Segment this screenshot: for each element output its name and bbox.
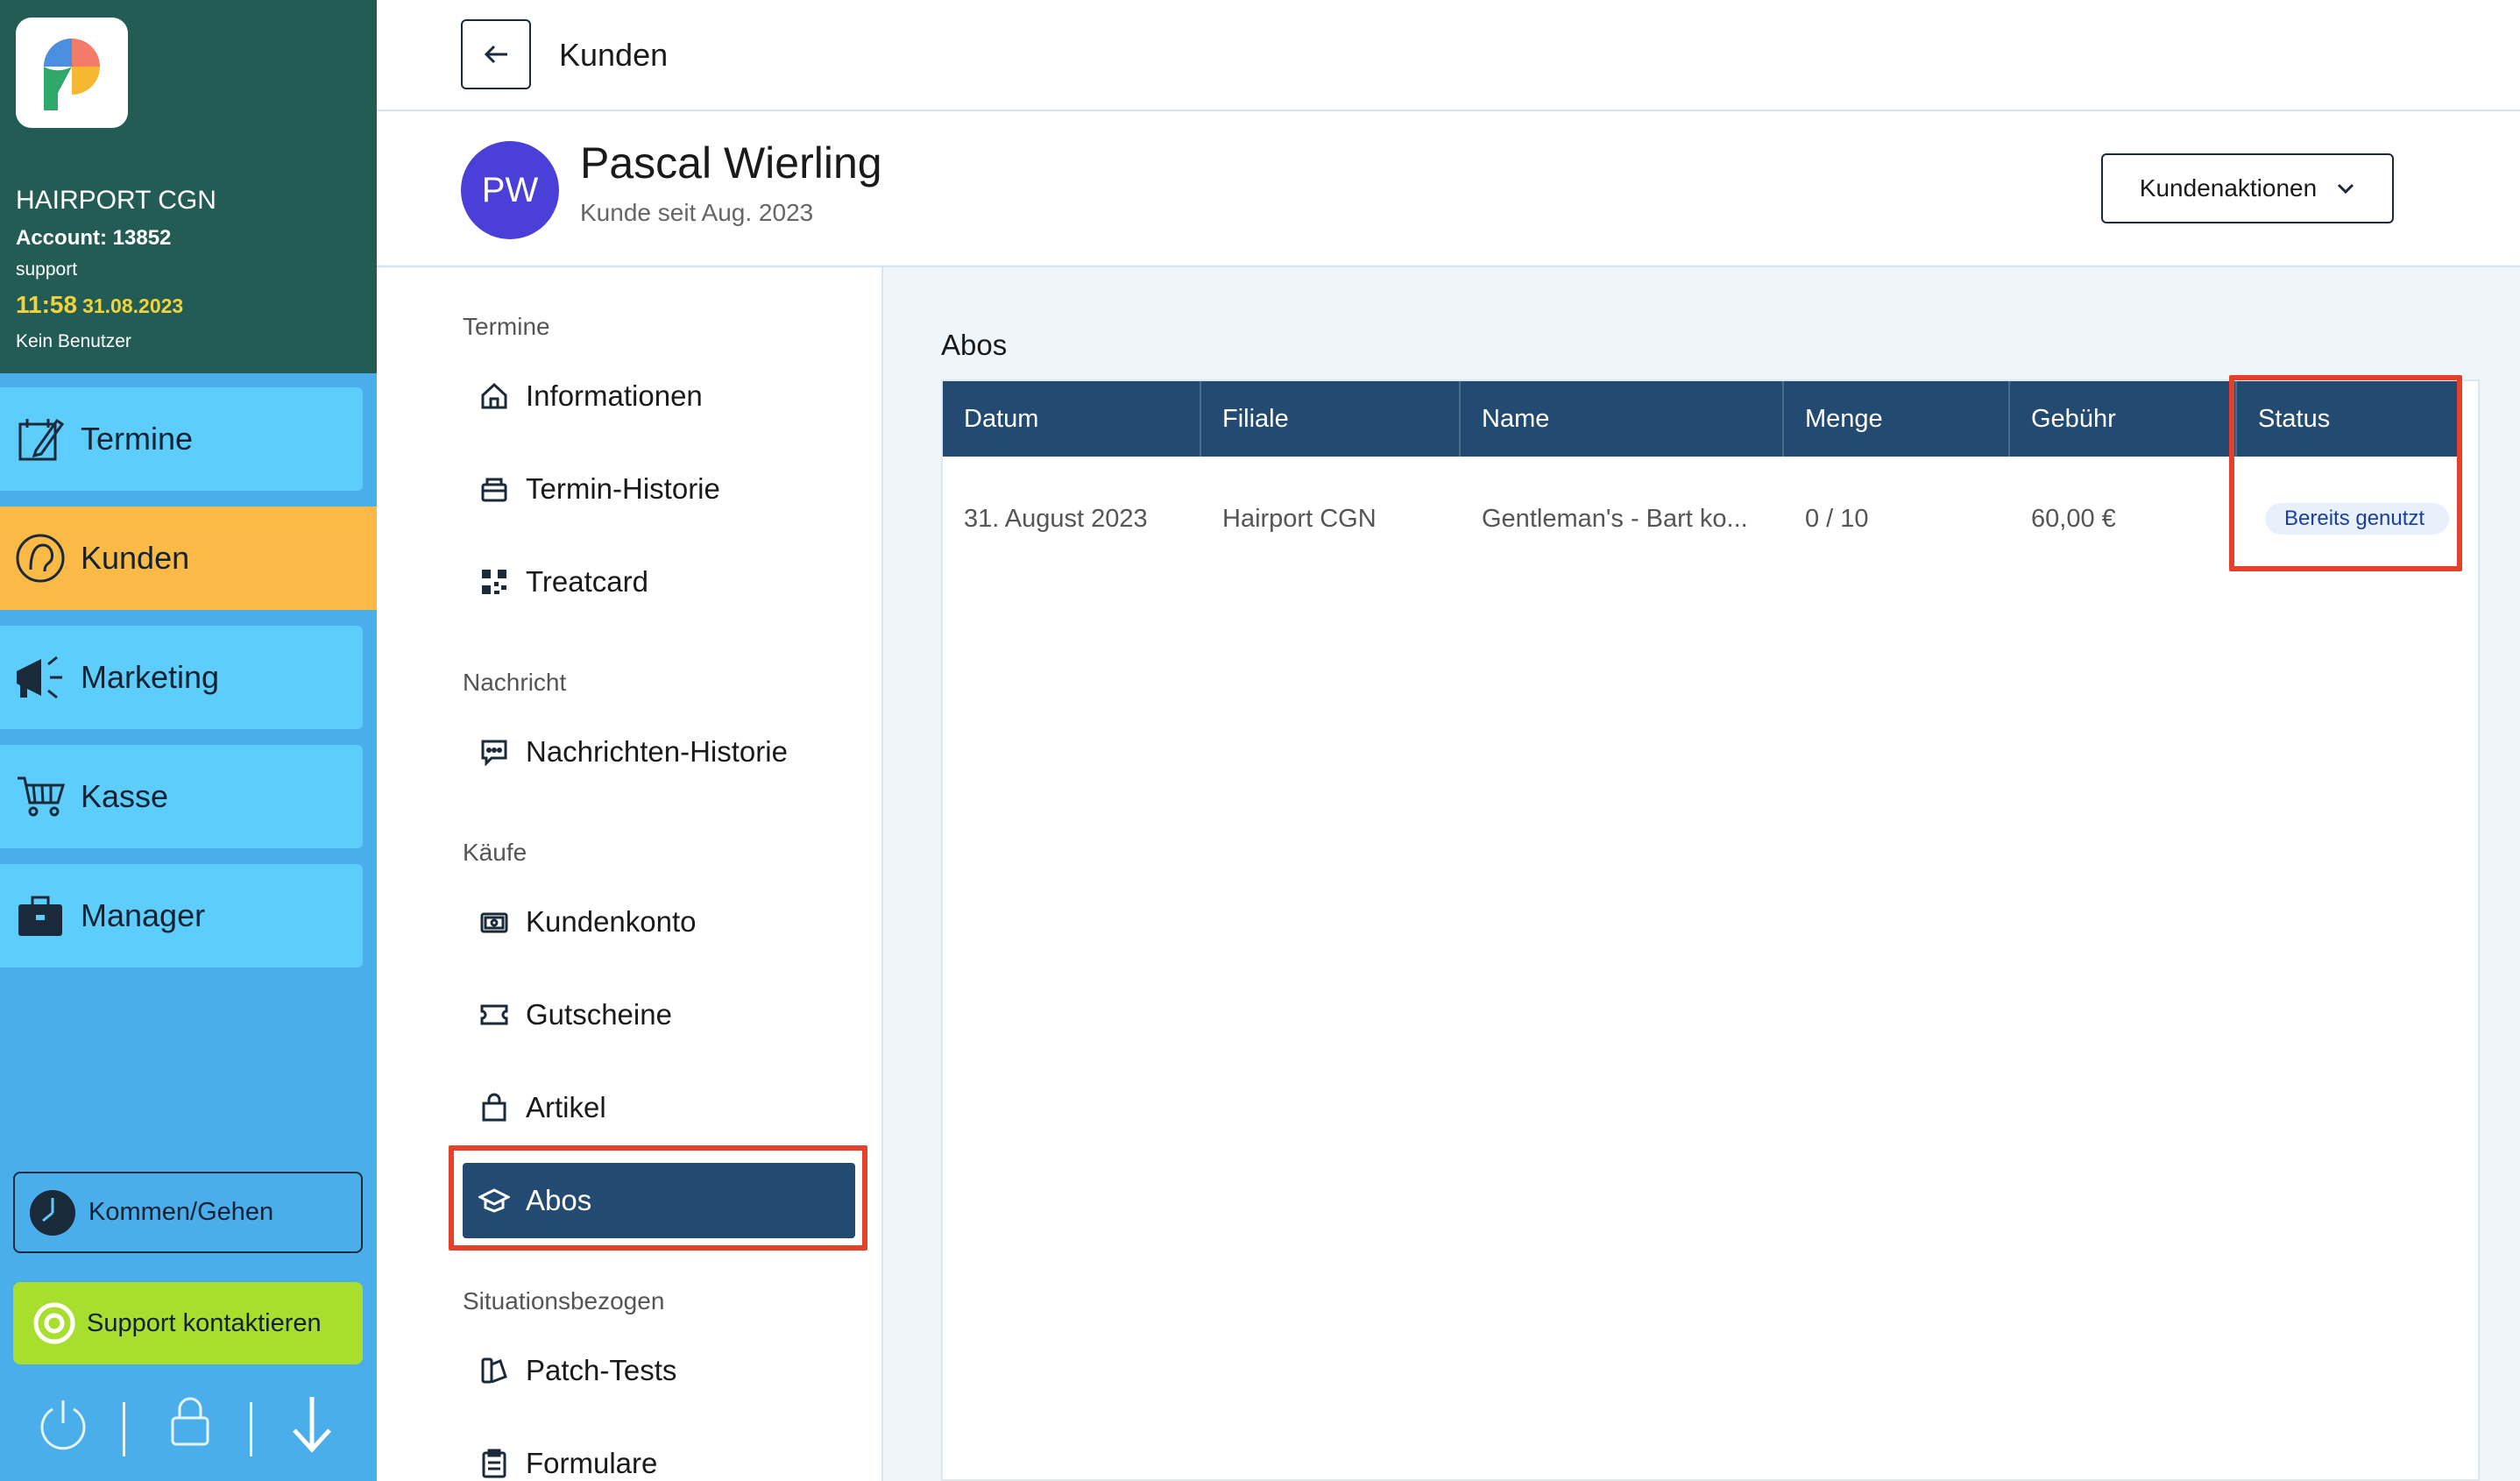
nav-label: Marketing (81, 659, 220, 695)
app-sidebar: HAIRPORT CGN Account: 13852 support 11:5… (0, 0, 377, 1481)
subnav-item-informationen[interactable]: Informationen (463, 358, 855, 434)
calendar-edit-icon (0, 387, 81, 491)
subnav-label: Informationen (526, 379, 703, 412)
section-title-nachricht: Nachricht (463, 669, 567, 696)
lock-icon[interactable] (169, 1393, 211, 1452)
brand-panel: HAIRPORT CGN Account: 13852 support 11:5… (0, 0, 377, 373)
qr-code-icon (463, 567, 526, 597)
back-button[interactable] (461, 19, 531, 89)
clock: 11:58 31.08.2023 (16, 291, 183, 319)
nav-kasse[interactable]: Kasse (0, 745, 363, 848)
section-heading: Abos (941, 329, 1008, 361)
support-button[interactable]: Support kontaktieren (13, 1282, 363, 1364)
cart-icon (0, 745, 81, 848)
section-title-termine: Termine (463, 313, 550, 340)
top-bar: Kunden (377, 0, 2520, 111)
column-header-gebuehr[interactable]: Gebühr (2010, 381, 2237, 457)
clock-in-out-label: Kommen/Gehen (88, 1198, 274, 1226)
account-number: Account: 13852 (16, 226, 172, 250)
nav-label: Kasse (81, 778, 169, 814)
app-window: HAIRPORT CGN Account: 13852 support 11:5… (0, 0, 2520, 1481)
app-logo (16, 18, 128, 128)
customer-actions-button[interactable]: Kundenaktionen (2101, 153, 2394, 223)
subnav-item-kundenkonto[interactable]: Kundenkonto (463, 884, 855, 960)
subnav-label: Gutscheine (526, 998, 672, 1031)
nav-manager[interactable]: Manager (0, 864, 363, 967)
subnav-label: Termin-Historie (526, 472, 720, 505)
section-title-situationsbezogen: Situationsbezogen (463, 1287, 665, 1314)
clock-icon (29, 1189, 76, 1237)
subnav-item-formulare[interactable]: Formulare (463, 1426, 855, 1481)
megaphone-icon (0, 626, 81, 729)
subnav-item-artikel[interactable]: Artikel (463, 1070, 855, 1145)
lifebuoy-icon (32, 1301, 76, 1345)
salon-name: HAIRPORT CGN (16, 186, 216, 215)
cell-menge: 0 / 10 (1805, 504, 1869, 533)
nav-label: Termine (81, 421, 194, 457)
section-title-kaeufe: Käufe (463, 839, 527, 866)
subnav-item-nachrichten-historie[interactable]: Nachrichten-Historie (463, 714, 855, 790)
customer-header: PW Pascal Wierling Kunde seit Aug. 2023 … (377, 111, 2520, 267)
power-icon[interactable] (39, 1393, 88, 1456)
customer-head-icon (0, 507, 81, 610)
highlight-status-column (2229, 375, 2462, 571)
avatar: PW (461, 141, 559, 239)
page-title: Kunden (559, 37, 669, 73)
ticket-icon (463, 1000, 526, 1030)
home-icon (463, 381, 526, 411)
cell-filiale: Hairport CGN (1222, 504, 1377, 533)
column-header-datum[interactable]: Datum (943, 381, 1201, 457)
user-role: support (16, 259, 78, 280)
nav-marketing[interactable]: Marketing (0, 626, 363, 729)
briefcase-icon (0, 864, 81, 967)
customer-name: Pascal Wierling (580, 138, 882, 188)
subnav-item-termin-historie[interactable]: Termin-Historie (463, 451, 855, 527)
divider (250, 1402, 252, 1456)
wallet-icon (463, 907, 526, 937)
chevron-down-icon (2336, 182, 2355, 195)
nav-label: Kunden (81, 540, 190, 576)
nav-termine[interactable]: Termine (0, 387, 363, 491)
highlight-abos-nav (449, 1145, 867, 1251)
customer-since: Kunde seit Aug. 2023 (580, 199, 814, 226)
subnav-label: Artikel (526, 1091, 606, 1123)
column-header-name[interactable]: Name (1461, 381, 1784, 457)
clock-date: 31.08.2023 (82, 294, 184, 317)
current-user: Kein Benutzer (16, 331, 131, 351)
subnav-label: Nachrichten-Historie (526, 735, 788, 768)
subnav-item-patch-tests[interactable]: Patch-Tests (463, 1333, 855, 1408)
cell-gebuehr: 60,00 € (2031, 504, 2116, 533)
nav-label: Manager (81, 897, 206, 933)
subnav-item-treatcard[interactable]: Treatcard (463, 544, 855, 620)
cell-datum: 31. August 2023 (964, 504, 1148, 533)
clipboard-icon (463, 1449, 526, 1478)
clock-time: 11:58 (16, 291, 78, 318)
arrow-down-icon[interactable] (289, 1393, 335, 1459)
column-header-filiale[interactable]: Filiale (1201, 381, 1461, 457)
subnav-label: Treatcard (526, 565, 648, 598)
subnav-label: Kundenkonto (526, 905, 697, 938)
arrow-left-icon (483, 44, 509, 65)
sidebar-footer (0, 1393, 377, 1472)
bag-icon (463, 474, 526, 504)
nav-kunden[interactable]: Kunden (0, 507, 377, 610)
subnav-label: Patch-Tests (526, 1354, 677, 1386)
shopping-bag-icon (463, 1093, 526, 1123)
subnav-item-gutscheine[interactable]: Gutscheine (463, 977, 855, 1052)
support-label: Support kontaktieren (87, 1308, 322, 1337)
subnav-label: Formulare (526, 1447, 658, 1479)
clock-in-out-button[interactable]: Kommen/Gehen (13, 1172, 363, 1253)
divider (123, 1402, 125, 1456)
cell-name: Gentleman's - Bart ko... (1482, 504, 1748, 533)
customer-actions-label: Kundenaktionen (2139, 174, 2318, 202)
message-icon (463, 737, 526, 767)
column-header-menge[interactable]: Menge (1784, 381, 2010, 457)
customer-subnav: Termine Informationen Termin-Historie Tr… (377, 267, 883, 1481)
swatch-icon (463, 1356, 526, 1385)
